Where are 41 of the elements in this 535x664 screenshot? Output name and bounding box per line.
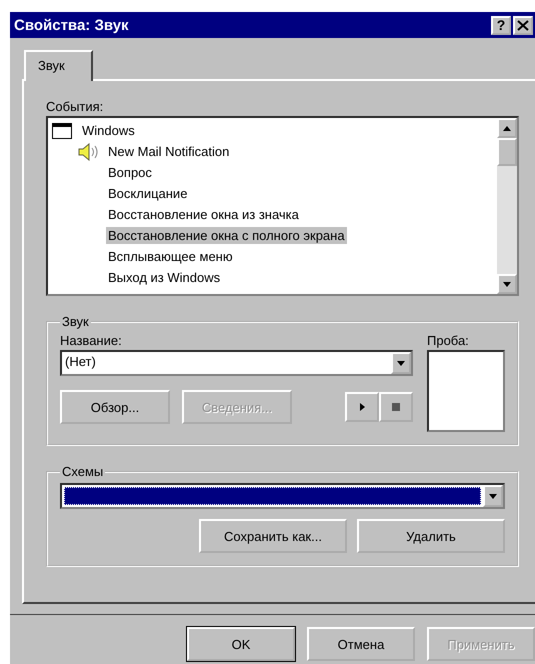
group-title: Схемы <box>61 464 104 479</box>
event-item[interactable]: Всплывающее меню <box>106 248 235 265</box>
preview-label: Проба: <box>427 333 470 348</box>
event-item[interactable]: Выход из Windows <box>106 269 222 286</box>
event-item[interactable]: Восклицание <box>106 185 190 202</box>
event-item[interactable]: Восстановление окна с полного экрана <box>106 227 347 244</box>
event-item[interactable]: New Mail Notification <box>106 143 232 160</box>
stop-icon <box>392 403 400 411</box>
dialog-button[interactable]: Удалить <box>357 519 505 553</box>
up-arrow-icon <box>503 126 511 130</box>
window-title: Свойства: Звук <box>14 16 130 34</box>
sound-name-value: (Нет) <box>64 353 97 371</box>
dialog-button[interactable]: Сохранить как... <box>199 519 347 553</box>
tab[interactable]: Звук <box>24 50 93 81</box>
play-button[interactable] <box>345 392 379 422</box>
scroll-down-button[interactable] <box>497 274 517 294</box>
sound-name-dropdown[interactable]: (Нет) <box>60 350 413 376</box>
scroll-up-button[interactable] <box>497 118 517 138</box>
group-title: Звук <box>61 314 90 329</box>
dropdown-arrow-icon <box>397 360 405 366</box>
event-item[interactable]: Windows <box>80 122 137 139</box>
events-list[interactable]: Windows New Mail Notification Вопрос Восклицание Восстановление окна из значка Восстановление окна с полного экрана Всплывающее меню Выход из Windows <box>46 116 519 296</box>
dialog-button[interactable]: Отмена <box>307 627 415 661</box>
scroll-thumb[interactable] <box>497 138 517 166</box>
window-icon <box>52 122 72 138</box>
play-icon <box>360 403 364 411</box>
scheme-dropdown[interactable] <box>60 483 505 509</box>
event-item[interactable]: Восстановление окна из значка <box>106 206 301 223</box>
help-button[interactable]: ? <box>491 16 511 34</box>
events-label: События: <box>46 99 104 114</box>
down-arrow-icon <box>503 282 511 286</box>
scrollbar[interactable] <box>497 118 517 294</box>
event-item[interactable]: Вопрос <box>106 164 154 181</box>
dialog-button[interactable]: Обзор... <box>60 390 170 424</box>
dialog-button[interactable]: OK <box>187 627 295 661</box>
close-icon <box>517 20 529 30</box>
name-label: Название: <box>60 333 123 348</box>
dropdown-arrow-icon <box>489 494 497 498</box>
speaker-icon <box>78 142 100 160</box>
close-button[interactable] <box>513 16 533 34</box>
stop-button[interactable] <box>379 392 413 422</box>
